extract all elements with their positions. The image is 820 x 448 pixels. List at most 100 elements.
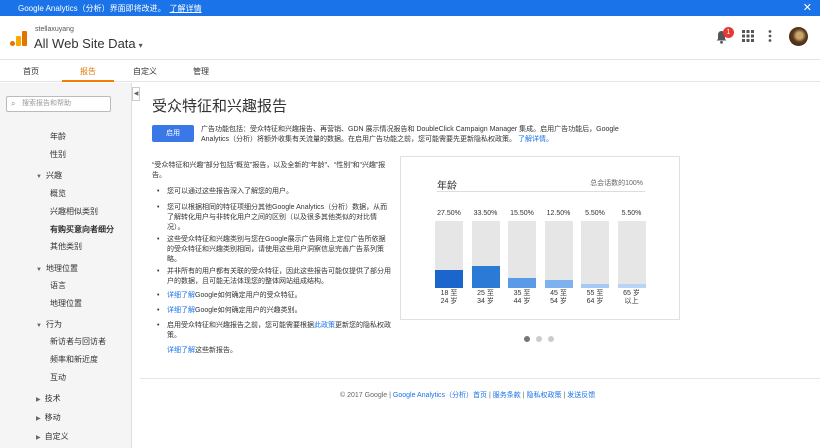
copyright: © 2017 Google | xyxy=(340,392,393,399)
active-tab-indicator xyxy=(62,80,114,82)
bar-track xyxy=(435,221,463,288)
sidebar-item-technology[interactable]: ▶ 技术 xyxy=(36,393,61,404)
chevron-down-icon: ▾ xyxy=(138,41,143,50)
intro-text: “受众特征和兴趣”部分包括“概览”报告，以及全新的“年龄”、“性别”和“兴趣”报… xyxy=(152,162,386,179)
bar-value-label: 12.50% xyxy=(546,210,571,217)
sidebar-item-label: 移动 xyxy=(44,413,61,422)
bar xyxy=(435,269,463,288)
carousel-dot[interactable] xyxy=(536,336,542,342)
bar xyxy=(581,284,609,288)
sidebar-item-gender[interactable]: 性别 xyxy=(50,149,66,160)
collapsed-triangle-icon: ▶ xyxy=(36,416,41,422)
notice-banner: Google Analytics（分析）界面即将改进。 了解详情 ✕ xyxy=(0,0,820,16)
learn-more-demographics-link[interactable]: 详细了解 xyxy=(167,292,195,299)
property-selector[interactable]: All Web Site Data ▾ xyxy=(34,36,143,51)
sidebar-item-engagement[interactable]: 互动 xyxy=(50,372,66,383)
sidebar-item-language[interactable]: 语言 xyxy=(50,280,66,291)
learn-more-reports-link[interactable]: 详细了解 xyxy=(167,347,195,354)
bar-track xyxy=(581,221,609,288)
footer: © 2017 Google | Google Analytics（分析）首页 |… xyxy=(340,392,596,399)
ad-features-description: 广告功能包括：受众特征和兴趣报告、再营销、GDN 展示情况报告和 DoubleC… xyxy=(201,126,619,143)
footer-link-terms[interactable]: 服务条款 xyxy=(493,392,521,399)
category-label: 35 至 44 岁 xyxy=(513,290,531,305)
property-name: All Web Site Data xyxy=(34,36,136,51)
analytics-logo-icon[interactable] xyxy=(10,31,28,46)
category-label: 65 岁以上 xyxy=(623,290,640,305)
chevron-left-icon: ◀ xyxy=(133,91,139,97)
account-name[interactable]: stellaxuyang xyxy=(35,26,74,33)
category-label: 18 至 24 岁 xyxy=(440,290,458,305)
app-header: stellaxuyang All Web Site Data ▾ 1 xyxy=(0,16,820,60)
sidebar-item-frequency[interactable]: 频率和新近度 xyxy=(50,354,98,365)
bar-track xyxy=(508,221,536,288)
page-title: 受众特征和兴趣报告 xyxy=(152,98,288,115)
bar-value-label: 5.50% xyxy=(585,210,605,217)
bar-value-label: 33.50% xyxy=(473,210,498,217)
bar-value-label: 15.50% xyxy=(510,210,534,217)
category-label: 25 至 34 岁 xyxy=(477,290,494,305)
category-label: 45 至 54 岁 xyxy=(550,290,567,305)
category-label: 55 至 64 岁 xyxy=(586,290,604,305)
main-tabs: 首页 报告 自定义 管理 xyxy=(0,60,820,82)
tab-customization[interactable]: 自定义 xyxy=(133,66,157,77)
tab-reports[interactable]: 报告 xyxy=(80,66,96,77)
carousel-indicator xyxy=(524,335,560,344)
sidebar-item-behavior[interactable]: ▼ 行为 xyxy=(36,319,62,330)
collapsed-triangle-icon: ▶ xyxy=(36,397,41,403)
learn-more-interests-link[interactable]: 详细了解 xyxy=(167,307,195,314)
policy-link[interactable]: 此政策 xyxy=(314,322,335,329)
sidebar-item-affinity[interactable]: 兴趣相似类别 xyxy=(50,206,98,217)
close-icon[interactable]: ✕ xyxy=(803,1,812,15)
bar xyxy=(544,279,573,288)
sidebar-item-in-market[interactable]: 有购买意向者细分 xyxy=(50,224,114,235)
expanded-triangle-icon: ▼ xyxy=(36,323,42,329)
sidebar-item-location[interactable]: 地理位置 xyxy=(50,298,82,309)
banner-learn-more-link[interactable]: 了解详情 xyxy=(170,3,202,14)
divider xyxy=(437,191,645,192)
search-input[interactable]: ⌕ 搜索报告和帮助 xyxy=(6,96,111,112)
sidebar: ⌕ 搜索报告和帮助 年龄 性别 ▼ 兴趣 概览 兴趣相似类别 有购买意向者细分 其… xyxy=(0,83,132,448)
sidebar-item-geo[interactable]: ▼ 地理位置 xyxy=(36,263,78,274)
sidebar-item-label: 自定义 xyxy=(44,432,69,441)
collapse-sidebar-button[interactable]: ◀ xyxy=(132,87,140,101)
footer-divider xyxy=(140,378,820,379)
chart-subtitle: 总会话数的100% xyxy=(590,180,643,187)
more-vert-icon[interactable] xyxy=(768,30,772,45)
sidebar-item-overview[interactable]: 概览 xyxy=(50,188,66,199)
carousel-dot[interactable] xyxy=(524,336,530,342)
notification-count-badge: 1 xyxy=(723,27,734,38)
sidebar-item-mobile[interactable]: ▶ 移动 xyxy=(36,412,61,423)
sidebar-item-age[interactable]: 年龄 xyxy=(50,131,66,142)
bar-value-label: 5.50% xyxy=(621,210,642,217)
sidebar-item-other-category[interactable]: 其他类别 xyxy=(50,241,82,252)
list-item: 详细了解这些新报告。 xyxy=(167,347,237,354)
sidebar-item-label: 地理位置 xyxy=(45,264,78,273)
banner-text: Google Analytics（分析）界面即将改进。 xyxy=(18,3,166,13)
tab-admin[interactable]: 管理 xyxy=(193,66,209,77)
sidebar-item-label: 兴趣 xyxy=(45,171,62,180)
learn-more-link[interactable]: 了解详情。 xyxy=(518,136,553,143)
apps-grid-icon[interactable] xyxy=(742,30,754,45)
enable-button[interactable]: 启用 xyxy=(152,125,194,142)
carousel-dot[interactable] xyxy=(548,336,554,342)
chart-title: 年龄 xyxy=(437,181,457,192)
bar xyxy=(471,265,500,288)
sidebar-item-interests[interactable]: ▼ 兴趣 xyxy=(36,170,62,181)
sidebar-item-label: 技术 xyxy=(44,394,61,403)
bar-track xyxy=(544,221,573,288)
avatar[interactable] xyxy=(789,27,808,46)
footer-link-privacy[interactable]: 隐私权政策 xyxy=(527,392,562,399)
tab-home[interactable]: 首页 xyxy=(23,66,39,77)
bar-track xyxy=(617,221,646,288)
age-chart-card: 年龄 总会话数的100% 27.50% 18 至 24 岁 33.50% 25 至 34 … xyxy=(400,156,680,320)
collapsed-triangle-icon: ▶ xyxy=(36,435,41,441)
search-placeholder: 搜索报告和帮助 xyxy=(22,100,71,107)
sidebar-item-custom[interactable]: ▶ 自定义 xyxy=(36,431,69,442)
bar xyxy=(508,277,536,288)
search-icon: ⌕ xyxy=(11,99,16,108)
footer-link-feedback[interactable]: 发送反馈 xyxy=(567,392,595,399)
sidebar-item-new-vs-returning[interactable]: 新访者与回访者 xyxy=(50,336,106,347)
expanded-triangle-icon: ▼ xyxy=(36,174,42,180)
footer-link-ga-home[interactable]: Google Analytics（分析）首页 xyxy=(393,392,487,399)
bar-track xyxy=(471,221,500,288)
